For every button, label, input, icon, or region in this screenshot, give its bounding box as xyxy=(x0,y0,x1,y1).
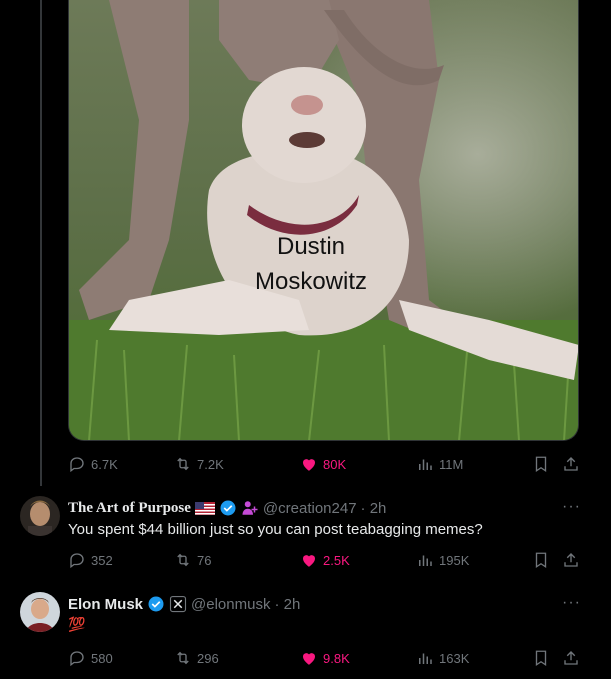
timestamp[interactable]: · 2h xyxy=(274,596,300,613)
repost-icon xyxy=(177,457,189,471)
heart-icon xyxy=(303,555,315,567)
share-icon xyxy=(564,651,578,665)
affiliate-badge-icon xyxy=(242,501,258,515)
share-button[interactable] xyxy=(562,551,580,569)
reply-button[interactable]: 580 xyxy=(68,649,113,667)
tweet-header: The Art of Purpose @creation247 · 2h xyxy=(68,499,386,517)
post-image[interactable]: Dustin Moskowitz xyxy=(68,0,579,441)
repost-icon xyxy=(177,651,189,665)
like-button[interactable]: 2.5K xyxy=(300,551,350,569)
views-count: 163K xyxy=(439,650,470,666)
bookmark-button[interactable] xyxy=(532,455,550,473)
like-button[interactable]: 80K xyxy=(300,455,346,473)
repost-button[interactable]: 7.2K xyxy=(174,455,224,473)
verified-badge-icon xyxy=(220,500,236,516)
handle[interactable]: @creation247 xyxy=(263,500,357,517)
views-button[interactable]: 163K xyxy=(416,649,469,667)
reply-icon xyxy=(70,553,84,569)
reply-icon xyxy=(70,651,84,667)
display-name[interactable]: The Art of Purpose xyxy=(68,500,191,517)
reply-button[interactable]: 6.7K xyxy=(68,455,118,473)
verified-badge-icon xyxy=(148,596,164,612)
repost-icon xyxy=(177,553,189,567)
dog-photo: Dustin Moskowitz xyxy=(69,0,578,440)
reply-count: 580 xyxy=(91,650,113,666)
like-count: 9.8K xyxy=(323,650,350,666)
like-button[interactable]: 9.8K xyxy=(300,649,350,667)
reply2-action-bar: 580 296 9.8K 163K xyxy=(68,648,579,668)
repost-button[interactable]: 296 xyxy=(174,649,219,667)
share-icon xyxy=(564,457,578,471)
bookmark-icon xyxy=(535,552,547,569)
repost-button[interactable]: 76 xyxy=(174,551,211,569)
image-caption-line1: Dustin xyxy=(277,233,345,260)
handle[interactable]: @elonmusk xyxy=(191,596,270,613)
heart-icon xyxy=(303,459,315,471)
reply-count: 6.7K xyxy=(91,456,118,472)
like-count: 80K xyxy=(323,456,347,472)
avatar[interactable] xyxy=(20,496,60,536)
views-icon xyxy=(419,555,432,566)
share-icon xyxy=(564,553,578,567)
timestamp[interactable]: · 2h xyxy=(361,500,387,517)
avatar[interactable] xyxy=(20,592,60,632)
heart-icon xyxy=(303,653,315,665)
image-caption-line2: Moskowitz xyxy=(255,268,367,295)
bookmark-icon xyxy=(535,650,547,667)
more-options-button[interactable]: ··· xyxy=(562,498,581,516)
repost-count: 296 xyxy=(197,650,219,666)
display-name[interactable]: Elon Musk xyxy=(68,596,143,613)
share-button[interactable] xyxy=(562,455,580,473)
repost-count: 7.2K xyxy=(197,456,224,472)
views-button[interactable]: 195K xyxy=(416,551,469,569)
views-button[interactable]: 11M xyxy=(416,455,463,473)
views-count: 11M xyxy=(439,456,464,472)
us-flag-icon xyxy=(194,501,215,515)
views-icon xyxy=(419,653,432,664)
views-icon xyxy=(419,459,432,470)
tweet-text: You spent $44 billion just so you can po… xyxy=(68,521,483,538)
repost-count: 76 xyxy=(197,552,212,568)
reply-icon xyxy=(70,457,84,473)
tweet-header: Elon Musk @elonmusk · 2h xyxy=(68,595,300,613)
x-affiliation-icon xyxy=(169,595,187,613)
share-button[interactable] xyxy=(562,649,580,667)
bookmark-button[interactable] xyxy=(532,649,550,667)
tweet-text: 💯 xyxy=(68,616,86,632)
views-count: 195K xyxy=(439,552,470,568)
reply-count: 352 xyxy=(91,552,113,568)
bookmark-button[interactable] xyxy=(532,551,550,569)
thread-connector-line xyxy=(40,0,42,486)
like-count: 2.5K xyxy=(323,552,350,568)
bookmark-icon xyxy=(535,456,547,473)
reply-button[interactable]: 352 xyxy=(68,551,113,569)
reply1-action-bar: 352 76 2.5K 195K xyxy=(68,550,579,570)
post-action-bar: 6.7K 7.2K 80K 11M xyxy=(68,454,579,474)
more-options-button[interactable]: ··· xyxy=(562,594,581,612)
